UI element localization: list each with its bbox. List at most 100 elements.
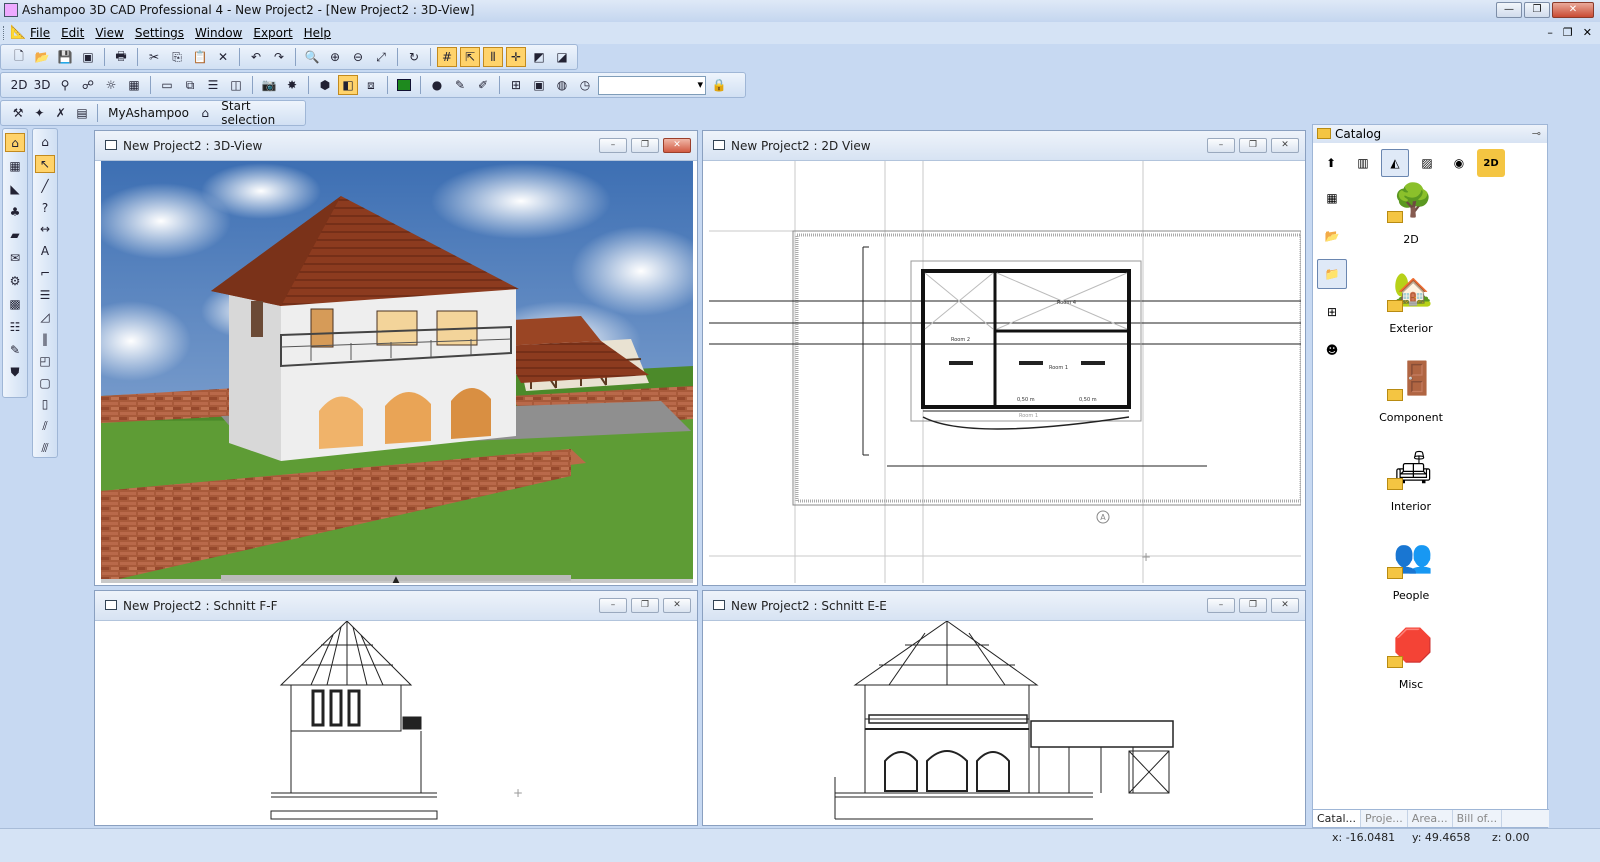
catalog-item-component[interactable]: 🚪 Component <box>1365 359 1455 448</box>
section-ff-maximize-button[interactable]: ❐ <box>631 598 659 613</box>
save-icon[interactable]: 💾 <box>55 47 75 67</box>
snap-pointer-icon[interactable]: ⇱ <box>460 47 480 67</box>
view-2d-minimize-button[interactable]: – <box>1207 138 1235 153</box>
view-3d-close-button[interactable]: ✕ <box>663 138 691 153</box>
document-icon[interactable]: 📐 <box>10 25 26 41</box>
folder-icon[interactable]: 📁 <box>1317 259 1347 289</box>
close-button[interactable]: ✕ <box>1552 2 1594 18</box>
pointer-icon[interactable]: ↖ <box>35 154 55 173</box>
zoom-in-icon[interactable]: ⊕ <box>325 47 345 67</box>
line-icon[interactable]: ╱ <box>35 177 55 195</box>
lock-icon[interactable]: 🔒 <box>709 75 729 95</box>
tile-vertical-icon[interactable]: ◫ <box>226 75 246 95</box>
text-icon[interactable]: A <box>35 242 55 260</box>
walk-icon[interactable]: ⚲ <box>55 75 75 95</box>
pipette-icon[interactable]: ✐ <box>473 75 493 95</box>
wand-icon[interactable]: ✦ <box>30 103 48 123</box>
catalog-item-misc[interactable]: 🛑 Misc <box>1365 626 1455 715</box>
grid-icon[interactable]: # <box>437 47 457 67</box>
mdi-restore-button[interactable]: ❐ <box>1563 26 1573 39</box>
question-icon[interactable]: ? <box>35 199 55 217</box>
cut-icon[interactable]: ✂ <box>144 47 164 67</box>
undo-icon[interactable]: ↶ <box>246 47 266 67</box>
house-wall-icon[interactable]: ⌂ <box>35 133 55 151</box>
color-fill-icon[interactable] <box>394 75 414 95</box>
zoom-fit-icon[interactable]: ⤢ <box>371 47 391 67</box>
menu-export[interactable]: Export <box>253 26 292 40</box>
myashampoo-link[interactable]: MyAshampoo <box>104 106 193 120</box>
render-icon[interactable]: ✸ <box>282 75 302 95</box>
wireframe-icon[interactable]: ◧ <box>338 75 358 95</box>
tab-area[interactable]: Area... <box>1408 810 1453 827</box>
delete-icon[interactable]: ✕ <box>213 47 233 67</box>
wall-grid-icon[interactable]: ▦ <box>5 156 25 175</box>
texture-icon[interactable]: ▦ <box>124 75 144 95</box>
view-3d-canvas[interactable]: ▲ <box>71 161 711 585</box>
section-ff-close-button[interactable]: ✕ <box>663 598 691 613</box>
view-2d-close-button[interactable]: ✕ <box>1271 138 1299 153</box>
catalog-item-2d[interactable]: 🌳 2D <box>1365 181 1455 270</box>
comment-icon[interactable]: ✉ <box>5 248 25 267</box>
open-folder-icon[interactable]: 📂 <box>1317 221 1347 251</box>
cascade-icon[interactable]: ⧉ <box>180 75 200 95</box>
section-ee-titlebar[interactable]: New Project2 : Schnitt E-E – ❐ ✕ <box>703 591 1305 621</box>
start-selection-link[interactable]: Start selection <box>217 99 305 127</box>
books-icon[interactable]: ▥ <box>1349 149 1377 177</box>
mdi-minimize-button[interactable]: – <box>1547 26 1553 39</box>
paint-icon[interactable]: ✎ <box>450 75 470 95</box>
view-3d-window[interactable]: New Project2 : 3D-View – ❐ ✕ ▲ <box>71 130 711 586</box>
section-ee-canvas[interactable] <box>709 620 1299 821</box>
ortho-icon[interactable]: ✛ <box>506 47 526 67</box>
section-ee-minimize-button[interactable]: – <box>1207 598 1235 613</box>
menu-grip[interactable] <box>3 26 6 40</box>
catalog-a-icon[interactable]: ◭ <box>1381 149 1409 177</box>
menu-window[interactable]: Window <box>195 26 242 40</box>
view-combo[interactable] <box>598 75 706 95</box>
section-ee-maximize-button[interactable]: ❐ <box>1239 598 1267 613</box>
section-ff-minimize-button[interactable]: – <box>599 598 627 613</box>
pin-icon[interactable]: ⊸ <box>1532 127 1541 140</box>
window-icon[interactable]: ▭ <box>157 75 177 95</box>
tree-icon[interactable]: ♣ <box>5 202 25 221</box>
object-icon[interactable]: ⧈ <box>361 75 381 95</box>
mdi-close-button[interactable]: ✕ <box>1583 26 1592 39</box>
layers-icon[interactable]: ◩ <box>529 47 549 67</box>
tree-view-icon[interactable]: ⊞ <box>1317 297 1347 327</box>
refresh-icon[interactable]: ↻ <box>404 47 424 67</box>
menu-edit[interactable]: Edit <box>61 26 84 40</box>
tile-horizontal-icon[interactable]: ☰ <box>203 75 223 95</box>
view-3d-minimize-button[interactable]: – <box>599 138 627 153</box>
tools-icon[interactable]: ⚒ <box>9 103 27 123</box>
view-3d-button[interactable]: 3D <box>32 75 52 95</box>
section-ff-window[interactable]: New Project2 : Schnitt F-F – ❐ ✕ + <box>94 590 698 826</box>
light-icon[interactable]: ☼ <box>101 75 121 95</box>
measure-icon[interactable]: ⊞ <box>506 75 526 95</box>
view-2d-button[interactable]: 2D <box>9 75 29 95</box>
landscape-icon[interactable]: ▰ <box>5 225 25 244</box>
tab-bill-of-materials[interactable]: Bill of... <box>1453 810 1503 827</box>
maximize-button[interactable]: ❐ <box>1524 2 1550 18</box>
frame-icon[interactable]: ▣ <box>529 75 549 95</box>
open-folder-icon[interactable]: 📂 <box>32 47 52 67</box>
report-icon[interactable]: ▤ <box>73 103 91 123</box>
up-arrow-icon[interactable]: ⬆ <box>1317 149 1345 177</box>
stairs-icon[interactable]: ☷ <box>5 317 25 336</box>
slope-icon[interactable]: ◿ <box>35 308 55 326</box>
guides-icon[interactable]: ⦀ <box>483 47 503 67</box>
zoom-out-icon[interactable]: ⊖ <box>348 47 368 67</box>
globe-icon[interactable]: ◍ <box>552 75 572 95</box>
print-icon[interactable]: 🖶 <box>111 47 131 67</box>
camera-icon[interactable]: 📷 <box>259 75 279 95</box>
gallery-icon[interactable]: ▨ <box>1413 149 1441 177</box>
catalog-item-exterior[interactable]: 🏡 Exterior <box>1365 270 1455 359</box>
staircase-icon[interactable]: ⫽ <box>35 417 55 435</box>
section-ee-close-button[interactable]: ✕ <box>1271 598 1299 613</box>
redo-icon[interactable]: ↷ <box>269 47 289 67</box>
paste-icon[interactable]: 📋 <box>190 47 210 67</box>
section-ff-titlebar[interactable]: New Project2 : Schnitt F-F – ❐ ✕ <box>95 591 697 621</box>
grid-folder-icon[interactable]: ▦ <box>1317 183 1347 213</box>
roof-icon[interactable]: ◣ <box>5 179 25 198</box>
view-2d-window[interactable]: New Project2 : 2D View – ❐ ✕ Room 4 Room… <box>702 130 1306 586</box>
catalog-2d-button[interactable]: 2D <box>1477 149 1505 177</box>
beam-icon[interactable]: ☰ <box>35 286 55 304</box>
